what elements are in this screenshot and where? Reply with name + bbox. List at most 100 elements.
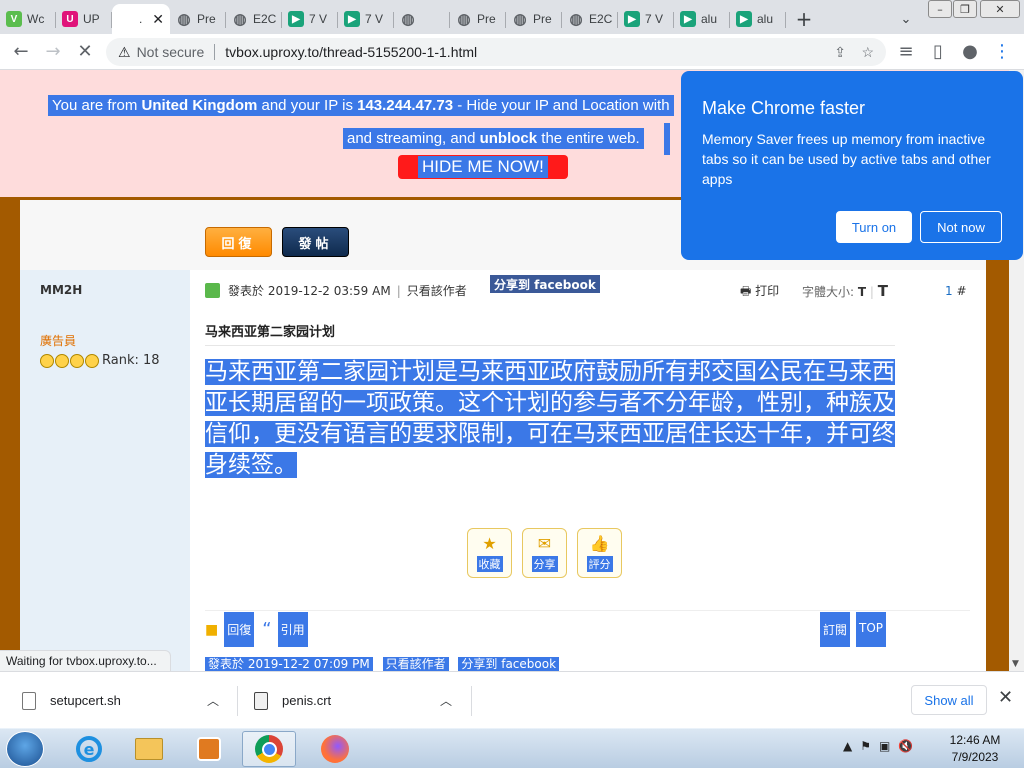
close-tab-icon[interactable]: ✕	[152, 11, 164, 28]
tab-label[interactable]: Pre	[197, 12, 216, 26]
next-only-author-link[interactable]: 只看該作者	[382, 657, 449, 671]
media-control-icon[interactable]: ≡	[890, 36, 922, 68]
browser-tab[interactable]: ▶ 7 V	[338, 4, 394, 34]
forward-icon[interactable]: →	[37, 36, 69, 68]
tab-label[interactable]: Pre	[533, 12, 552, 26]
taskbar-explorer[interactable]	[122, 731, 176, 767]
profile-icon[interactable]: ●	[954, 36, 986, 68]
tab-label[interactable]: alu	[701, 12, 717, 26]
share-button[interactable]: ✉ 分享	[522, 528, 567, 578]
browser-tab[interactable]: ◍ E2C	[226, 4, 282, 34]
download-item[interactable]: setupcert.sh	[22, 672, 121, 729]
facebook-share-label[interactable]: 分享到 facebook	[494, 276, 596, 293]
browser-tab[interactable]: ◍ Pre	[450, 4, 506, 34]
font-small-button[interactable]: T	[858, 285, 866, 299]
tab-label[interactable]: 7 V	[645, 12, 663, 26]
only-author-link[interactable]: 只看該作者	[407, 282, 467, 299]
tray-expand-icon[interactable]: ▲	[843, 739, 852, 753]
download-item[interactable]: penis.crt	[254, 672, 331, 729]
tab-search-icon[interactable]: ⌄	[888, 4, 924, 34]
chevron-up-icon[interactable]: ︿	[207, 692, 219, 709]
browser-tab[interactable]: ▶ alu	[730, 4, 786, 34]
security-label[interactable]: Not secure	[137, 44, 205, 60]
close-icon[interactable]: ✕	[998, 687, 1013, 708]
menu-icon[interactable]: ⋮	[986, 36, 1018, 68]
minimize-button[interactable]: –	[928, 0, 952, 18]
close-window-button[interactable]: ✕	[980, 0, 1020, 18]
address-bar[interactable]: ⚠ Not secure tvbox.uproxy.to/thread-5155…	[106, 38, 886, 66]
maximize-button[interactable]: ❐	[953, 0, 977, 18]
top-link[interactable]: TOP	[856, 612, 887, 647]
tab-label[interactable]: Wc	[27, 12, 44, 26]
rate-button[interactable]: 👍 評分	[577, 528, 622, 578]
taskbar-chrome[interactable]	[242, 731, 296, 767]
url-text[interactable]: tvbox.uproxy.to/thread-5155200-1-1.html	[225, 44, 477, 60]
network-icon[interactable]: ▣	[879, 739, 890, 753]
browser-tab[interactable]: U UP	[56, 4, 112, 34]
subscribe-link[interactable]: 訂閱	[820, 612, 851, 647]
favorite-button[interactable]: ★ 收藏	[467, 528, 512, 578]
not-now-button[interactable]: Not now	[920, 211, 1002, 243]
tab-label[interactable]: E2C	[589, 12, 612, 26]
hide-me-label[interactable]: HIDE ME NOW!	[418, 156, 548, 178]
quote-link[interactable]: 引用	[277, 612, 308, 647]
share-icon[interactable]: ⇪	[834, 44, 846, 61]
new-tab-button[interactable]: +	[786, 4, 822, 34]
warning-icon[interactable]: ⚠	[118, 44, 131, 61]
floor-num[interactable]: 1	[945, 284, 953, 298]
print-label[interactable]: 打印	[755, 284, 779, 298]
tab-label[interactable]: UP	[83, 12, 100, 26]
back-icon[interactable]: ←	[5, 36, 37, 68]
taskbar-media-player[interactable]	[182, 731, 236, 767]
download-filename[interactable]: penis.crt	[282, 693, 331, 708]
show-all-button[interactable]: Show all	[911, 685, 987, 715]
browser-tab[interactable]: ▶ 7 V	[282, 4, 338, 34]
browser-tab[interactable]: ◍ E2C	[562, 4, 618, 34]
share-label[interactable]: 分享	[531, 556, 558, 573]
hide-me-button[interactable]: HIDE ME NOW!	[398, 155, 568, 179]
browser-tab[interactable]: ◍ Pre	[170, 4, 226, 34]
country: United Kingdom	[141, 97, 258, 114]
browser-tab[interactable]: ◍	[394, 4, 450, 34]
tab-favicon-icon: ◍	[569, 11, 583, 28]
print-link[interactable]: 🖶 打印	[740, 282, 779, 303]
reply-button[interactable]: 回復	[205, 227, 272, 257]
tab-label[interactable]: 7 V	[365, 12, 383, 26]
bookmark-star-icon[interactable]: ☆	[861, 44, 874, 61]
tab-label[interactable]: alu	[757, 12, 773, 26]
side-panel-icon[interactable]: ▯	[922, 36, 954, 68]
font-large-button[interactable]: T	[878, 282, 888, 300]
popup-title: Make Chrome faster	[702, 98, 866, 118]
tab-label[interactable]: E2C	[253, 12, 276, 26]
scroll-down-icon[interactable]: ▼	[1012, 659, 1019, 669]
taskbar-ie[interactable]: e	[62, 731, 116, 767]
tab-label[interactable]: Pre	[477, 12, 496, 26]
floor-number[interactable]: 1 #	[945, 284, 967, 298]
floor-sign[interactable]: #	[956, 284, 966, 298]
turn-on-button[interactable]: Turn on	[836, 211, 912, 243]
tab-label[interactable]: 7 V	[309, 12, 327, 26]
start-button[interactable]	[6, 731, 44, 767]
browser-tab[interactable]: . ✕	[112, 4, 170, 34]
flag-icon[interactable]: ⚑	[860, 739, 871, 753]
favorite-label[interactable]: 收藏	[476, 556, 503, 573]
tab-favicon-icon: ▶	[288, 11, 304, 27]
post-body-text: 马来西亚第二家园计划是马来西亚政府鼓励所有邦交国公民在马来西亚长期居留的一项政策…	[205, 359, 895, 478]
browser-tab[interactable]: V Wc	[0, 4, 56, 34]
tab-label[interactable]: .	[139, 12, 142, 26]
stop-loading-icon[interactable]: ✕	[69, 36, 101, 68]
taskbar-firefox[interactable]	[308, 731, 362, 767]
browser-tab[interactable]: ▶ alu	[674, 4, 730, 34]
next-facebook-share[interactable]: 分享到 facebook	[458, 657, 560, 671]
browser-tab[interactable]: ▶ 7 V	[618, 4, 674, 34]
facebook-share-button[interactable]: 分享到 facebook	[490, 275, 600, 293]
new-post-button[interactable]: 發帖	[282, 227, 349, 257]
system-clock[interactable]: 12:46 AM 7/9/2023	[940, 732, 1010, 766]
rate-label[interactable]: 評分	[586, 556, 613, 573]
download-filename[interactable]: setupcert.sh	[50, 693, 121, 708]
browser-tab[interactable]: ◍ Pre	[506, 4, 562, 34]
volume-muted-icon[interactable]: 🔇	[898, 739, 913, 753]
reply-link[interactable]: 回復	[224, 612, 255, 647]
chevron-up-icon[interactable]: ︿	[440, 692, 452, 709]
author-name[interactable]: MM2H	[40, 283, 82, 297]
